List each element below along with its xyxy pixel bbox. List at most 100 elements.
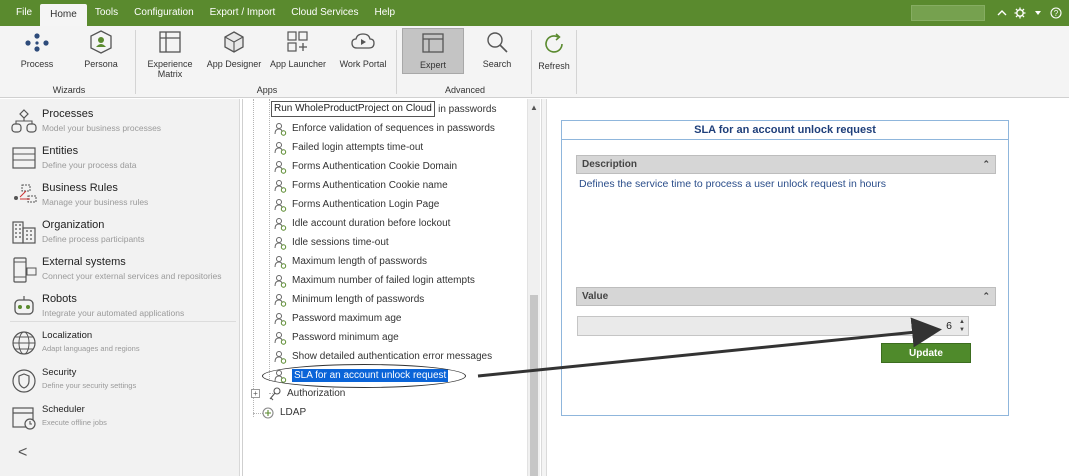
tree-label: Forms Authentication Cookie name [292, 180, 448, 191]
help-icon[interactable]: ? [1047, 0, 1065, 26]
key-icon [268, 386, 282, 401]
globe-icon [10, 330, 38, 358]
tree-label: Forms Authentication Cookie Domain [292, 161, 458, 172]
nav-item-entities[interactable]: Entities Define your process data [10, 142, 238, 178]
menu-file[interactable]: File [8, 0, 40, 26]
setting-person-icon [273, 331, 287, 345]
experience-matrix-icon [156, 28, 184, 56]
setting-person-icon [273, 217, 287, 231]
tree-item[interactable]: Minimum length of passwords [273, 290, 424, 309]
menu-bar: File Home Tools Configuration Export / I… [0, 0, 1069, 26]
persona-button[interactable]: Persona [78, 28, 124, 84]
experience-matrix-button[interactable]: Experience Matrix [143, 28, 197, 84]
app-launcher-button[interactable]: App Launcher [268, 28, 328, 84]
process-button[interactable]: Process [14, 28, 60, 84]
tree-item[interactable]: Idle account duration before lockout [273, 214, 450, 233]
collapse-nav-button[interactable]: < [18, 444, 27, 462]
menu-cloud-services[interactable]: Cloud Services [283, 0, 366, 26]
nav-subtitle: Model your business processes [42, 123, 162, 133]
panel-splitter[interactable] [541, 99, 547, 476]
menu-tools[interactable]: Tools [87, 0, 126, 26]
processes-icon [10, 108, 38, 136]
menu-configuration[interactable]: Configuration [126, 0, 201, 26]
nav-subtitle: Manage your business rules [42, 197, 149, 207]
nav-item-organization[interactable]: Organization Define process participants [10, 216, 238, 252]
expert-icon [419, 29, 447, 57]
nav-item-external-systems[interactable]: External systems Connect your external s… [10, 253, 238, 289]
setting-person-icon [273, 160, 287, 174]
title-search-box[interactable] [911, 5, 985, 21]
experience-matrix-label: Experience Matrix [147, 59, 193, 79]
highlight-ellipse [262, 364, 466, 388]
calendar-icon [10, 404, 38, 432]
menu-export-import[interactable]: Export / Import [202, 0, 284, 26]
tree-item[interactable]: Failed login attempts time-out [273, 138, 423, 157]
setting-person-icon [273, 198, 287, 212]
entities-icon [10, 145, 38, 173]
gear-icon[interactable] [1011, 0, 1029, 26]
search-icon [483, 28, 511, 56]
nav-title: Organization [42, 219, 105, 231]
nav-item-localization[interactable]: Localization Adapt languages and regions [10, 327, 238, 363]
nav-item-business-rules[interactable]: Business Rules Manage your business rule… [10, 179, 238, 215]
setting-person-icon [273, 312, 287, 326]
tree-item[interactable]: Show detailed authentication error messa… [273, 347, 492, 366]
scroll-thumb[interactable] [530, 295, 538, 476]
tree-item[interactable]: Forms Authentication Cookie Domain [273, 157, 457, 176]
tree-item[interactable]: Password minimum age [273, 328, 399, 347]
nav-subtitle: Adapt languages and regions [42, 344, 140, 353]
menu-home[interactable]: Home [40, 4, 87, 26]
chevron-down-icon[interactable] [1029, 0, 1047, 26]
setting-person-icon [273, 236, 287, 250]
collapse-icon[interactable]: ⌃ [982, 156, 990, 173]
persona-label: Persona [84, 59, 118, 69]
tree-item[interactable]: Idle sessions time-out [273, 233, 389, 252]
nav-subtitle: Define your process data [42, 160, 137, 170]
tree-label: Idle sessions time-out [292, 237, 389, 248]
tree-label: Minimum length of passwords [292, 294, 425, 305]
tree-label: LDAP [280, 407, 307, 418]
tree-item[interactable]: Maximum length of passwords [273, 252, 427, 271]
spinner-icon[interactable]: ▲ ▼ [959, 318, 965, 334]
menu-help[interactable]: Help [367, 0, 404, 26]
search-button[interactable]: Search [472, 28, 522, 84]
work-portal-button[interactable]: Work Portal [335, 28, 391, 84]
expert-label: Expert [419, 60, 446, 70]
ribbon-separator [531, 30, 532, 94]
nav-item-processes[interactable]: Processes Model your business processes [10, 105, 238, 141]
tree-scrollbar[interactable]: ▲ [527, 99, 540, 476]
tree-item[interactable]: Maximum number of failed login attempts [273, 271, 475, 290]
setting-title: SLA for an account unlock request [562, 121, 1008, 140]
tree-label: Idle account duration before lockout [292, 218, 451, 229]
ldap-icon [261, 406, 275, 420]
refresh-label: Refresh [538, 61, 570, 71]
app-designer-button[interactable]: App Designer [204, 28, 264, 84]
app-launcher-icon [284, 28, 312, 56]
nav-title: Robots [42, 293, 77, 305]
tree-label: Forms Authentication Login Page [292, 199, 440, 210]
tree-node-ldap[interactable]: LDAP [261, 403, 306, 422]
value-section-header[interactable]: Value ⌃ [576, 287, 996, 306]
nav-item-security[interactable]: Security Define your security settings [10, 364, 238, 400]
chevron-up-icon[interactable] [993, 0, 1011, 26]
expert-button[interactable]: Expert [402, 28, 464, 74]
nav-item-scheduler[interactable]: Scheduler Execute offline jobs [10, 401, 238, 437]
tree-item[interactable]: Enforce validation of sequences in passw… [273, 119, 495, 138]
nav-title: Business Rules [42, 182, 118, 194]
scroll-up-arrow-icon[interactable]: ▲ [530, 103, 538, 112]
nav-title: Entities [42, 145, 79, 157]
update-button[interactable]: Update [881, 343, 971, 363]
ribbon-separator [135, 30, 136, 94]
refresh-button[interactable]: Refresh [535, 30, 573, 86]
expand-icon[interactable]: + [251, 389, 260, 398]
group-advanced-label: Advanced [444, 85, 486, 95]
tree-item[interactable]: Forms Authentication Login Page [273, 195, 439, 214]
process-icon [23, 28, 51, 56]
value-numeric-input[interactable]: 6 ▲ ▼ [577, 316, 969, 336]
tree-item[interactable]: Forms Authentication Cookie name [273, 176, 448, 195]
collapse-icon[interactable]: ⌃ [982, 288, 990, 305]
description-section-header[interactable]: Description ⌃ [576, 155, 996, 174]
description-text: Defines the service time to process a us… [579, 178, 886, 190]
robots-icon [10, 293, 38, 321]
tree-item[interactable]: Password maximum age [273, 309, 401, 328]
